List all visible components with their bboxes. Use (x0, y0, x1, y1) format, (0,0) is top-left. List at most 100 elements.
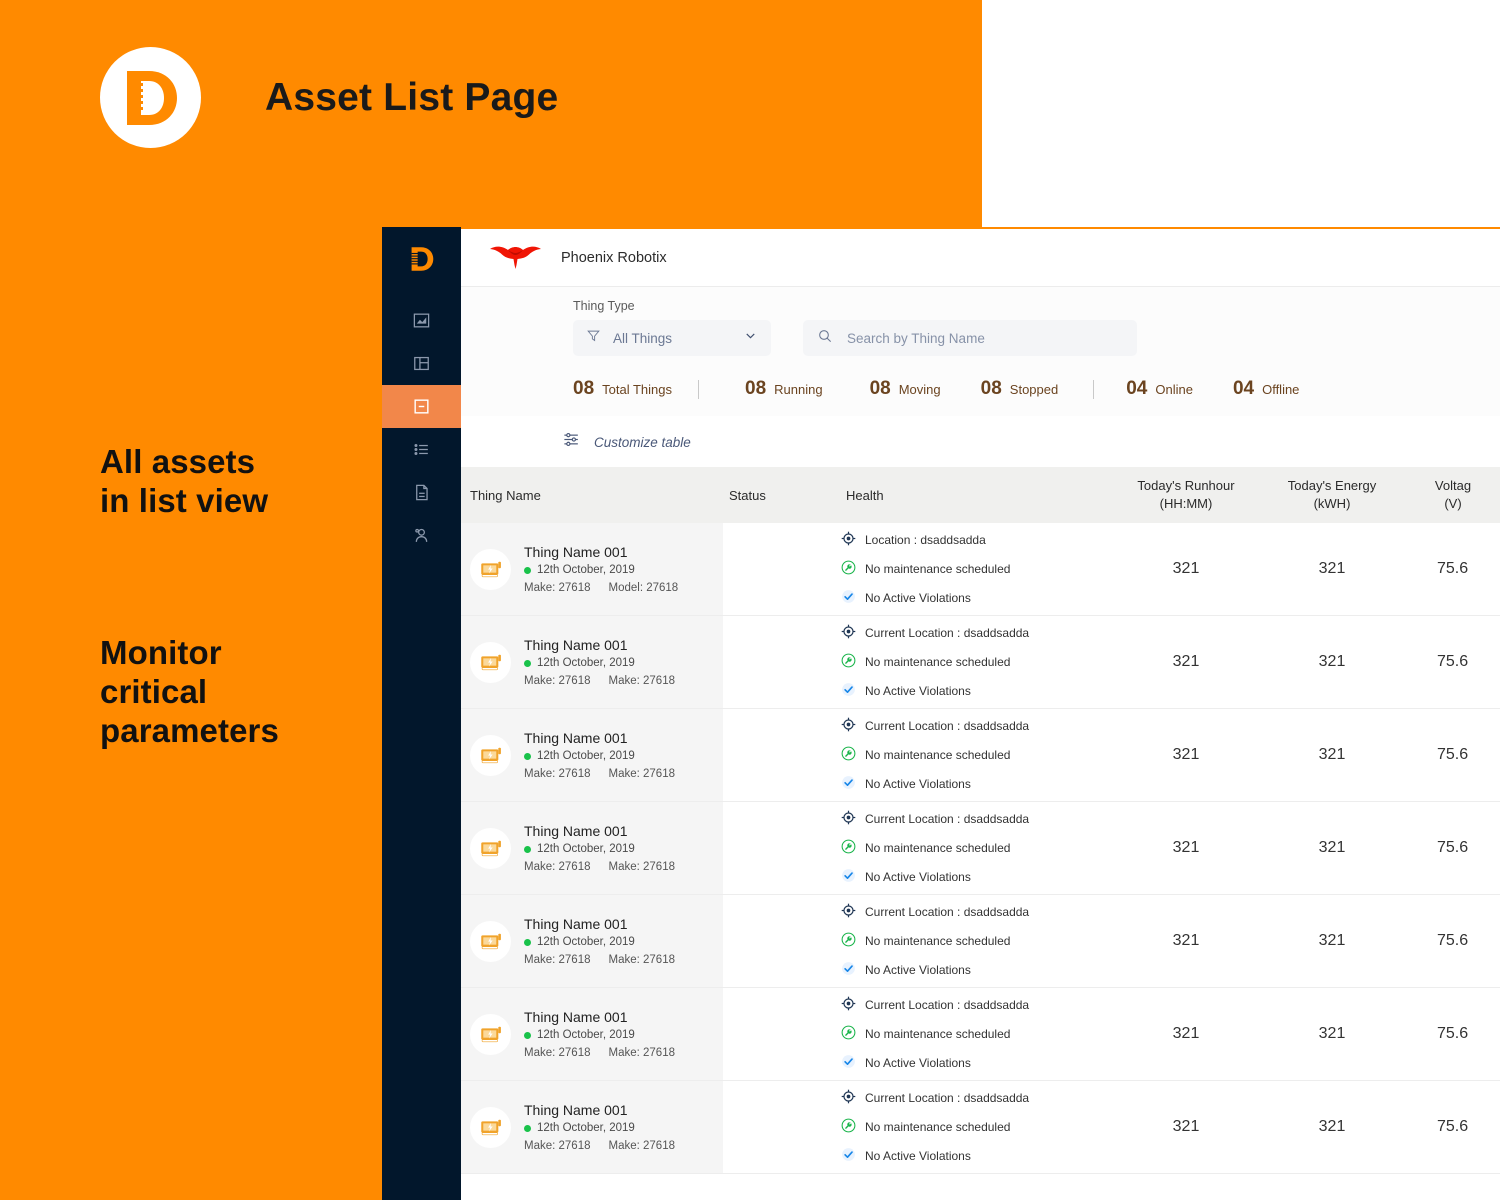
status-dot-icon (524, 846, 531, 853)
column-header-runhour-line2: (HH:MM) (1160, 496, 1213, 511)
column-header-thing-name[interactable]: Thing Name (461, 467, 723, 523)
cell-status (723, 988, 840, 1080)
sidebar-item-assets[interactable] (382, 385, 461, 428)
search-input[interactable] (847, 331, 1123, 346)
table-row[interactable]: Thing Name 001 12th October, 2019 Make: … (461, 802, 1500, 895)
assets-table: Thing Name Status Health Today's Runhour… (461, 467, 1500, 1183)
cell-thing-name[interactable]: Thing Name 001 12th October, 2019 Make: … (461, 988, 723, 1080)
thing-model: Make: 27618 (609, 1047, 676, 1059)
column-header-status[interactable]: Status (723, 467, 840, 523)
stat-count: 08 (745, 378, 766, 400)
cell-runhour: 321 (1111, 1081, 1261, 1173)
thing-model: Make: 27618 (609, 675, 676, 687)
wrench-maintenance-icon (840, 838, 857, 858)
status-dot-icon (524, 1032, 531, 1039)
thing-name: Thing Name 001 (524, 1102, 675, 1118)
table-row[interactable]: Thing Name 001 12th October, 2019 Make: … (461, 616, 1500, 709)
cell-voltage: 75.6 (1403, 709, 1500, 801)
thing-date: 12th October, 2019 (524, 1029, 675, 1041)
column-header-runhour-line1: Today's Runhour (1137, 478, 1234, 493)
cell-runhour: 321 (1111, 709, 1261, 801)
location-crosshair-icon (840, 809, 857, 829)
thing-date: 12th October, 2019 (524, 1122, 675, 1134)
table-row[interactable]: Thing Name 001 12th October, 2019 Make: … (461, 523, 1500, 616)
cell-runhour: 321 (1111, 988, 1261, 1080)
table-row[interactable]: Thing Name 001 12th October, 2019 Make: … (461, 895, 1500, 988)
stat-count: 04 (1126, 378, 1147, 400)
column-header-runhour[interactable]: Today's Runhour (HH:MM) (1111, 467, 1261, 523)
table-row[interactable]: Thing Name 001 12th October, 2019 Make: … (461, 988, 1500, 1081)
sidebar-item-reports[interactable] (382, 471, 461, 514)
status-dot-icon (524, 660, 531, 667)
thing-name: Thing Name 001 (524, 544, 678, 560)
location-crosshair-icon (840, 995, 857, 1015)
sidebar-item-dashboard[interactable] (382, 342, 461, 385)
table-row[interactable]: Thing Name 001 12th October, 2019 Make: … (461, 709, 1500, 802)
status-dot-icon (524, 567, 531, 574)
sidebar-item-list[interactable] (382, 428, 461, 471)
sidebar-item-users[interactable] (382, 514, 461, 557)
cell-status (723, 895, 840, 987)
cell-status (723, 616, 840, 708)
cell-health: Current Location : dsaddsadda No mainten… (840, 802, 1111, 894)
generator-bolt-icon (470, 549, 511, 590)
health-violations-text: No Active Violations (865, 870, 971, 884)
cell-thing-name[interactable]: Thing Name 001 12th October, 2019 Make: … (461, 895, 723, 987)
stat-total-things: 08 Total Things (573, 378, 672, 400)
wrench-maintenance-icon (840, 1024, 857, 1044)
cell-runhour: 321 (1111, 616, 1261, 708)
cell-thing-name[interactable]: Thing Name 001 12th October, 2019 Make: … (461, 1081, 723, 1173)
thing-meta: Make: 27618 Model: 27618 (524, 582, 678, 594)
wrench-maintenance-icon (840, 559, 857, 579)
cell-thing-name[interactable]: Thing Name 001 12th October, 2019 Make: … (461, 523, 723, 615)
cell-thing-name[interactable]: Thing Name 001 12th October, 2019 Make: … (461, 802, 723, 894)
customize-table-button[interactable]: Customize table (562, 416, 1500, 467)
thing-meta: Make: 27618 Make: 27618 (524, 675, 675, 687)
sliders-settings-icon (562, 430, 581, 454)
cell-thing-name[interactable]: Thing Name 001 12th October, 2019 Make: … (461, 616, 723, 708)
thing-name: Thing Name 001 (524, 1009, 675, 1025)
stat-count: 08 (870, 378, 891, 400)
health-maintenance-text: No maintenance scheduled (865, 934, 1010, 948)
check-icon (840, 1146, 857, 1166)
generator-bolt-icon (470, 1107, 511, 1148)
health-maintenance-text: No maintenance scheduled (865, 655, 1010, 669)
health-maintenance-text: No maintenance scheduled (865, 841, 1010, 855)
thing-meta: Make: 27618 Make: 27618 (524, 954, 675, 966)
thing-info: Thing Name 001 12th October, 2019 Make: … (524, 1009, 675, 1059)
thing-make: Make: 27618 (524, 582, 591, 594)
thing-model: Make: 27618 (609, 1140, 676, 1152)
stat-count: 04 (1233, 378, 1254, 400)
thing-make: Make: 27618 (524, 861, 591, 873)
stats-divider (1093, 380, 1094, 399)
cell-health: Current Location : dsaddsadda No mainten… (840, 1081, 1111, 1173)
thing-info: Thing Name 001 12th October, 2019 Make: … (524, 637, 675, 687)
app-window: Phoenix Robotix Thing Type All Things (382, 227, 1500, 1200)
sidebar-item-analytics[interactable] (382, 299, 461, 342)
health-maintenance: No maintenance scheduled (840, 1024, 1111, 1044)
cell-health: Current Location : dsaddsadda No mainten… (840, 895, 1111, 987)
cell-thing-name[interactable]: Thing Name 001 12th October, 2019 Make: … (461, 709, 723, 801)
status-dot-icon (524, 753, 531, 760)
location-crosshair-icon (840, 623, 857, 643)
cell-runhour: 321 (1111, 523, 1261, 615)
stat-online: 04 Online (1126, 378, 1193, 400)
check-icon (840, 867, 857, 887)
health-maintenance: No maintenance scheduled (840, 745, 1111, 765)
column-header-health[interactable]: Health (840, 467, 1111, 523)
column-header-energy[interactable]: Today's Energy(kWH) (1261, 467, 1403, 523)
column-header-voltage[interactable]: Voltag(V) (1403, 467, 1500, 523)
stat-offline: 04 Offline (1233, 378, 1299, 400)
sidebar-logo[interactable] (382, 227, 461, 291)
table-row[interactable]: Thing Name 001 12th October, 2019 Make: … (461, 1081, 1500, 1174)
thing-type-select[interactable]: All Things (573, 320, 771, 356)
thing-meta: Make: 27618 Make: 27618 (524, 1047, 675, 1059)
health-location: Current Location : dsaddsadda (840, 902, 1111, 922)
health-location: Current Location : dsaddsadda (840, 1088, 1111, 1108)
cell-energy: 321 (1261, 1081, 1403, 1173)
thing-name: Thing Name 001 (524, 823, 675, 839)
search-box[interactable] (803, 320, 1137, 356)
thing-make: Make: 27618 (524, 675, 591, 687)
health-violations: No Active Violations (840, 588, 1111, 608)
thing-make: Make: 27618 (524, 1140, 591, 1152)
